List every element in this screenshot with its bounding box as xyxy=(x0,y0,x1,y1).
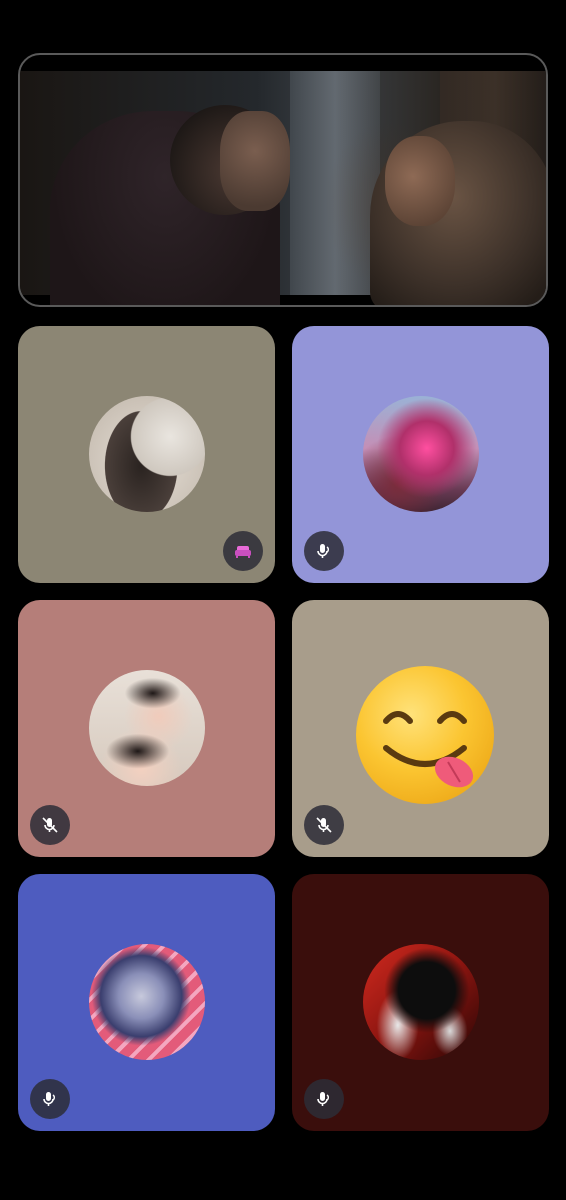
voice-badge xyxy=(30,805,70,845)
participant-tile-4[interactable] xyxy=(292,600,549,857)
mic-muted-icon xyxy=(42,817,58,833)
avatar xyxy=(89,396,205,512)
avatar xyxy=(363,944,479,1060)
mic-muted-icon xyxy=(316,817,332,833)
participant-tile-6[interactable] xyxy=(292,874,549,1131)
participant-tile-2[interactable] xyxy=(292,326,549,583)
mic-speaking-icon xyxy=(43,1092,55,1106)
participant-tile-5[interactable] xyxy=(18,874,275,1131)
sofa-activity-icon xyxy=(235,546,251,558)
voice-badge xyxy=(304,531,344,571)
video-frame xyxy=(20,71,546,305)
participant-tile-3[interactable] xyxy=(18,600,275,857)
voice-badge xyxy=(304,1079,344,1119)
mic-speaking-icon xyxy=(317,544,329,558)
participant-tile-1[interactable] xyxy=(18,326,275,583)
avatar xyxy=(89,670,205,786)
avatar xyxy=(89,944,205,1060)
face-savoring-food-emoji-avatar xyxy=(356,666,494,804)
avatar xyxy=(363,396,479,512)
mic-speaking-icon xyxy=(317,1092,329,1106)
screen-share-video[interactable] xyxy=(18,53,548,307)
activity-badge xyxy=(223,531,263,571)
emoji-face xyxy=(383,711,474,788)
voice-badge xyxy=(304,805,344,845)
voice-badge xyxy=(30,1079,70,1119)
